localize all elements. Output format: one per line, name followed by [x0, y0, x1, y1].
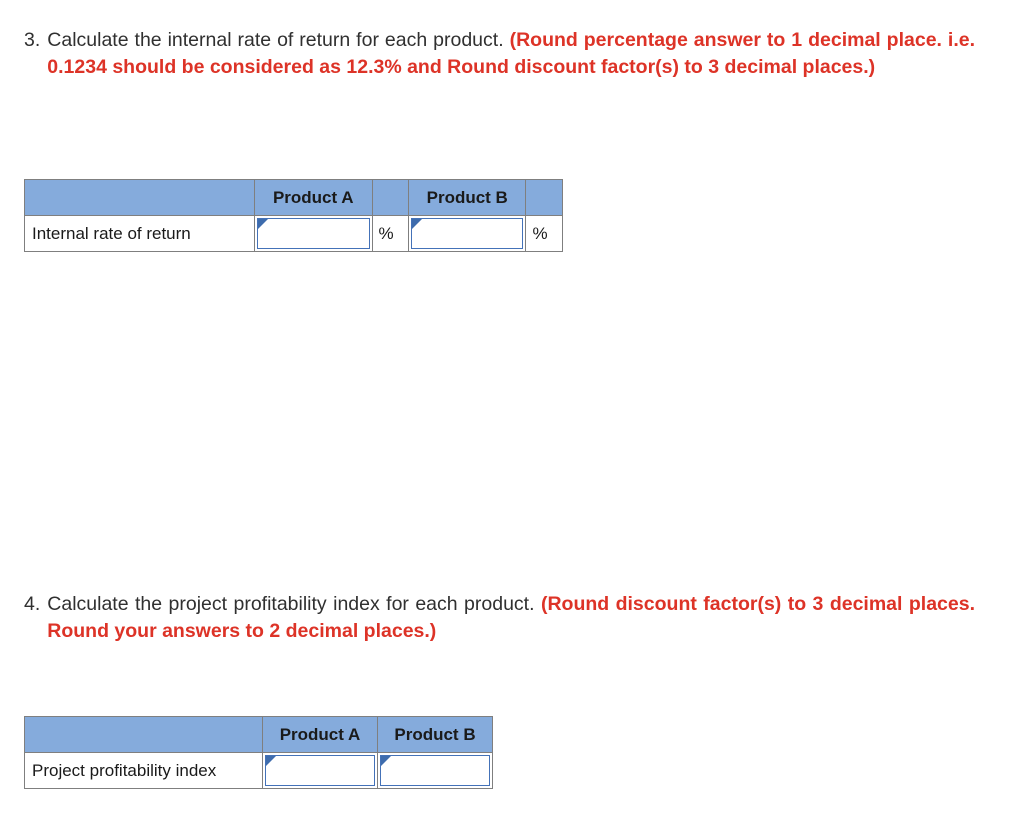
header-blank-left: [24, 179, 255, 216]
project-profitability-index-table: Product A Product B Project profitabilit…: [24, 716, 493, 789]
table-row: Internal rate of return % %: [24, 215, 563, 252]
header-product-b: Product B: [377, 716, 493, 753]
question-3-number: 3.: [24, 29, 41, 51]
question-4-block: 4. Calculate the project profitability i…: [24, 591, 975, 645]
header-blank-left: [24, 716, 263, 753]
question-3-text: Calculate the internal rate of return fo…: [47, 27, 975, 81]
internal-rate-of-return-table: Product A Product B Internal rate of ret…: [24, 179, 563, 252]
ppi-product-b-cell: [377, 752, 493, 789]
irr-product-a-input[interactable]: [256, 218, 370, 249]
ppi-product-b-input[interactable]: [380, 755, 490, 786]
irr-product-b-input[interactable]: [410, 218, 524, 249]
header-blank-right: [525, 179, 563, 216]
row-label-project-profitability-index: Project profitability index: [24, 752, 263, 789]
header-product-a: Product A: [262, 716, 378, 753]
header-blank-mid: [371, 179, 409, 216]
question-3-block: 3. Calculate the internal rate of return…: [24, 27, 975, 81]
ppi-product-a-cell: [262, 752, 378, 789]
irr-product-a-unit: %: [371, 215, 409, 252]
irr-product-b-cell: [407, 215, 527, 252]
header-product-a: Product A: [253, 179, 373, 216]
question-4-number: 4.: [24, 593, 41, 615]
header-product-b: Product B: [407, 179, 527, 216]
irr-product-a-cell: [253, 215, 373, 252]
table-header-row: Product A Product B: [24, 716, 493, 753]
irr-product-b-unit: %: [525, 215, 563, 252]
question-3-prompt: Calculate the internal rate of return fo…: [47, 29, 510, 51]
table-row: Project profitability index: [24, 752, 493, 789]
question-4-prompt: Calculate the project profitability inde…: [47, 593, 541, 615]
question-4-text: Calculate the project profitability inde…: [47, 591, 975, 645]
table-header-row: Product A Product B: [24, 179, 563, 216]
row-label-internal-rate-of-return: Internal rate of return: [24, 215, 255, 252]
ppi-product-a-input[interactable]: [265, 755, 375, 786]
